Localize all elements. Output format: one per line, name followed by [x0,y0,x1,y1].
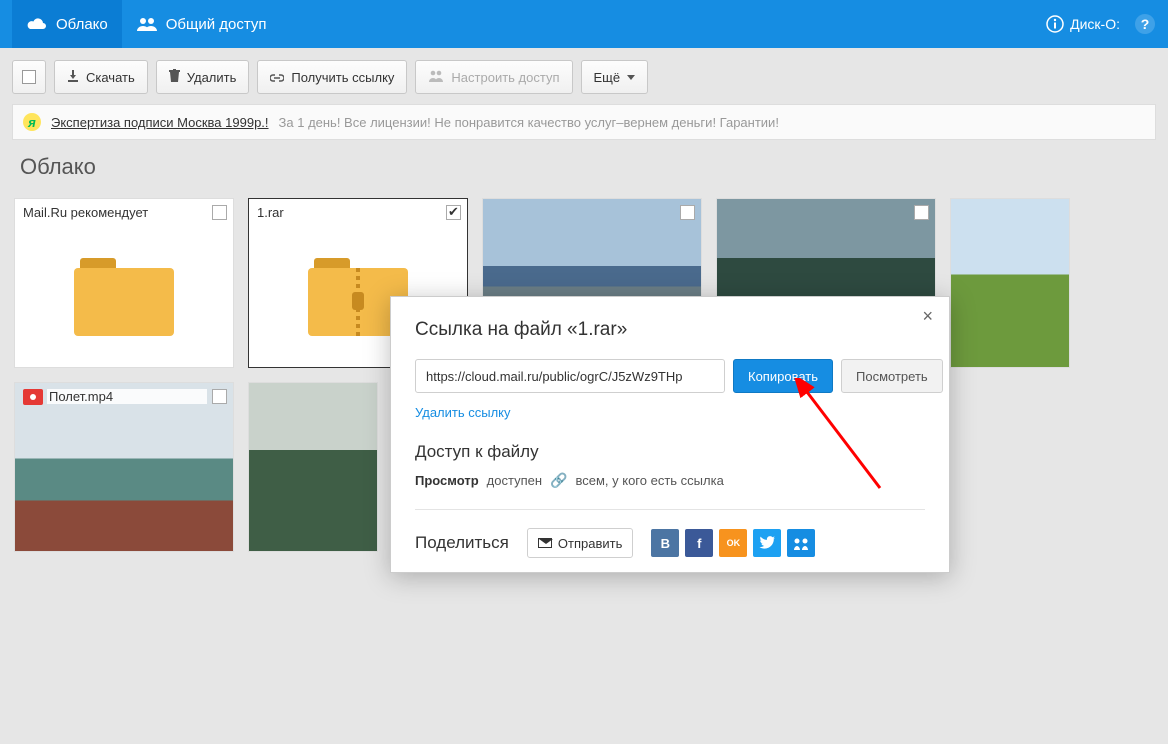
ad-link-text: Экспертиза подписи Москва 1999р.! [51,115,269,130]
svg-text:?: ? [1141,16,1150,32]
view-button[interactable]: Посмотреть [841,359,943,393]
share-vk-button[interactable]: B [651,529,679,557]
file-card-folder-recommend[interactable]: Mail.Ru рекомендует [14,198,234,368]
file-checkbox[interactable] [212,205,227,220]
toolbar: Скачать Удалить Получить ссылку Настроит… [0,48,1168,104]
download-label: Скачать [86,70,135,85]
file-label: 1.rar [257,205,441,220]
close-icon: × [922,306,933,326]
share-ok-button[interactable]: OK [719,529,747,557]
cloud-icon [26,16,48,32]
file-checkbox[interactable] [446,205,461,220]
download-button[interactable]: Скачать [54,60,148,94]
checkbox-empty-icon [22,70,36,84]
select-all-checkbox[interactable] [12,60,46,94]
breadcrumb: Облако [0,140,1168,198]
ad-description: За 1 день! Все лицензии! Не понравится к… [279,115,779,130]
more-label: Ещё [594,70,621,85]
configure-access-button[interactable]: Настроить доступ [415,60,572,94]
file-card-image-4[interactable] [248,382,378,552]
disko-label: Диск-О: [1070,16,1120,32]
image-thumb [249,383,377,551]
ad-favicon-icon: я [23,113,41,131]
delete-link[interactable]: Удалить ссылку [415,405,511,420]
get-link-button[interactable]: Получить ссылку [257,60,407,94]
ad-banner[interactable]: я Экспертиза подписи Москва 1999р.! За 1… [12,104,1156,140]
access-mode: Просмотр [415,473,479,488]
file-checkbox[interactable] [914,205,929,220]
caret-down-icon [627,75,635,80]
share-send-button[interactable]: Отправить [527,528,633,558]
share-row: Поделиться Отправить B f OK [415,509,925,562]
modal-title: Ссылка на файл «1.rar» [415,319,925,341]
access-scope: всем, у кого есть ссылка [575,473,723,488]
file-label: Mail.Ru рекомендует [23,205,207,220]
help-icon[interactable]: ? [1134,13,1156,35]
group-icon [136,16,158,32]
nav-tab-cloud[interactable]: Облако [12,0,122,48]
social-buttons: B f OK [651,529,815,557]
breadcrumb-label: Облако [20,154,96,179]
group-small-icon [428,70,444,85]
file-checkbox[interactable] [212,389,227,404]
nav-tab-cloud-label: Облако [56,16,108,33]
image-thumb [951,199,1069,367]
top-nav-right: Диск-О: ? [1046,13,1156,35]
top-nav: Облако Общий доступ Диск-О: ? [0,0,1168,48]
share-title: Поделиться [415,533,509,553]
copy-button[interactable]: Копировать [733,359,833,393]
more-button[interactable]: Ещё [581,60,649,94]
share-url-input[interactable] [415,359,725,393]
info-icon [1046,15,1064,33]
get-link-label: Получить ссылку [291,70,394,85]
modal-close-button[interactable]: × [916,305,939,328]
share-twitter-button[interactable] [753,529,781,557]
file-card-image-3[interactable] [950,198,1070,368]
delete-button[interactable]: Удалить [156,60,250,94]
file-thumb [15,227,233,367]
nav-tab-shared[interactable]: Общий доступ [122,0,281,48]
share-send-label: Отправить [558,536,622,551]
download-icon [67,70,79,85]
access-line: Просмотр доступен 🔗 всем, у кого есть сс… [415,472,925,489]
delete-label: Удалить [187,70,237,85]
video-badge-icon [23,389,43,405]
envelope-icon [538,538,552,548]
file-card-video[interactable]: Полет.mp4 [14,382,234,552]
access-section-title: Доступ к файлу [415,442,925,462]
folder-icon [74,258,174,336]
file-label: Полет.mp4 [47,389,207,404]
link-icon [270,70,284,85]
url-row: Копировать Посмотреть [415,359,925,393]
share-link-modal: × Ссылка на файл «1.rar» Копировать Посм… [390,296,950,573]
nav-tab-shared-label: Общий доступ [166,16,267,33]
configure-access-label: Настроить доступ [451,70,559,85]
trash-icon [169,69,180,85]
disko-link[interactable]: Диск-О: [1046,15,1120,33]
share-mailru-button[interactable] [787,529,815,557]
share-facebook-button[interactable]: f [685,529,713,557]
link-small-icon: 🔗 [550,472,567,489]
file-checkbox[interactable] [680,205,695,220]
access-state: доступен [487,473,542,488]
image-thumb [15,383,233,551]
nav-tabs: Облако Общий доступ [12,0,281,48]
